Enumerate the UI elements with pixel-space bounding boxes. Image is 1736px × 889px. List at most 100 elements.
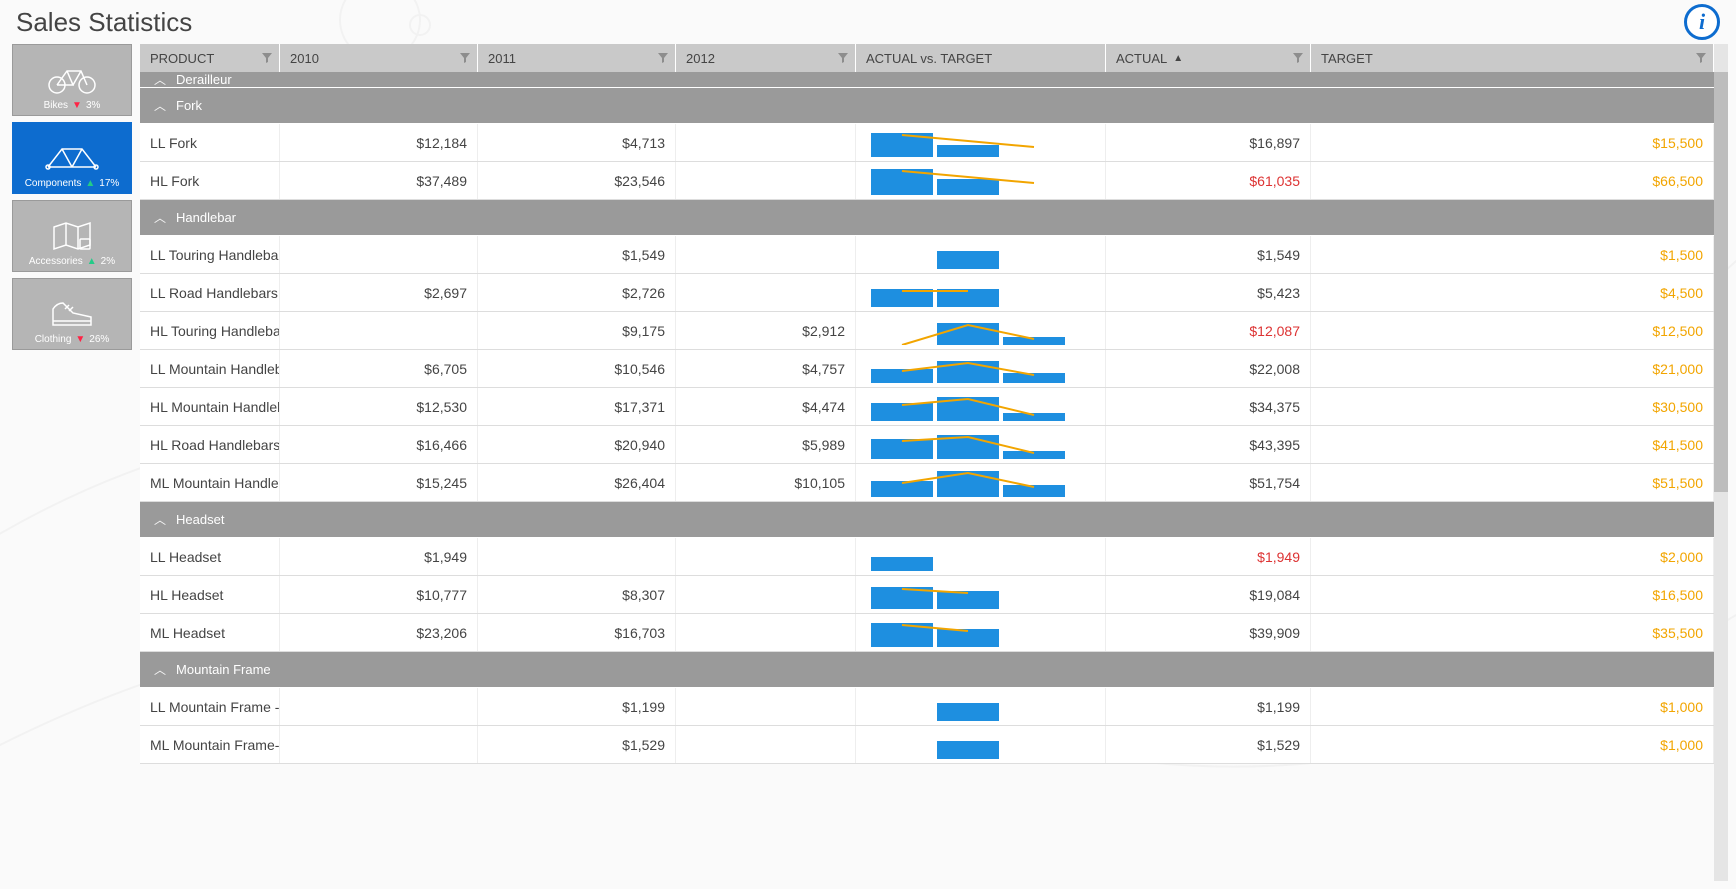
table-row[interactable]: LL Fork$12,184$4,713$16,897$15,500 — [140, 124, 1714, 162]
sparkline-chart — [871, 469, 1091, 497]
table-row[interactable]: ML Mountain Handle$15,245$26,404$10,105$… — [140, 464, 1714, 502]
cell-product: LL Fork — [140, 124, 280, 161]
cell-actual-vs-target — [856, 274, 1106, 311]
cell-actual-vs-target — [856, 576, 1106, 613]
table-row[interactable]: HL Mountain Handleb$12,530$17,371$4,474$… — [140, 388, 1714, 426]
map-icon — [50, 218, 94, 254]
table-row[interactable]: LL Touring Handlebar$1,549$1,549$1,500 — [140, 236, 1714, 274]
spark-line — [871, 129, 1091, 157]
sparkline-chart — [871, 393, 1091, 421]
cell-target: $51,500 — [1311, 464, 1714, 501]
column-label: 2011 — [488, 51, 516, 66]
column-2012[interactable]: 2012 — [676, 44, 856, 72]
table-row[interactable]: HL Road Handlebars$16,466$20,940$5,989$4… — [140, 426, 1714, 464]
sparkline-chart — [871, 731, 1091, 759]
table-row[interactable]: HL Fork$37,489$23,546$61,035$66,500 — [140, 162, 1714, 200]
cell-target: $30,500 — [1311, 388, 1714, 425]
sparkline-chart — [871, 355, 1091, 383]
cell-target: $1,000 — [1311, 688, 1714, 725]
group-row-fork[interactable]: ︿Fork — [140, 88, 1714, 124]
spark-line — [871, 355, 1091, 383]
cell-actual: $19,084 — [1106, 576, 1311, 613]
cell-product: ML Headset — [140, 614, 280, 651]
cell-2012 — [676, 124, 856, 161]
cell-target: $15,500 — [1311, 124, 1714, 161]
column-label: TARGET — [1321, 51, 1373, 66]
group-row-derailleur[interactable]: ︿Derailleur — [140, 72, 1714, 88]
category-tile-bikes[interactable]: Bikes▼3% — [12, 44, 132, 116]
filter-icon[interactable] — [261, 52, 273, 64]
filter-icon[interactable] — [459, 52, 471, 64]
category-tile-accessories[interactable]: Accessories▲2% — [12, 200, 132, 272]
filter-icon[interactable] — [657, 52, 669, 64]
sort-asc-icon: ▲ — [1173, 53, 1183, 64]
chevron-up-icon: ︿ — [154, 661, 166, 678]
column-target[interactable]: TARGET — [1311, 44, 1714, 72]
cell-actual-vs-target — [856, 614, 1106, 651]
cell-product: HL Headset — [140, 576, 280, 613]
spark-line — [871, 279, 1091, 307]
cell-2012 — [676, 162, 856, 199]
table-row[interactable]: HL Touring Handlebar$9,175$2,912$12,087$… — [140, 312, 1714, 350]
table-row[interactable]: LL Mountain Frame -$1,199$1,199$1,000 — [140, 688, 1714, 726]
group-row-headset[interactable]: ︿Headset — [140, 502, 1714, 538]
sparkline-chart — [871, 619, 1091, 647]
column-actual-vs-target[interactable]: ACTUAL vs. TARGET — [856, 44, 1106, 72]
cell-2010: $2,697 — [280, 274, 478, 311]
cell-target: $1,000 — [1311, 726, 1714, 763]
cell-target: $66,500 — [1311, 162, 1714, 199]
cell-2012: $4,757 — [676, 350, 856, 387]
filter-icon[interactable] — [1292, 52, 1304, 64]
cell-2012: $4,474 — [676, 388, 856, 425]
tile-delta: 2% — [101, 256, 115, 267]
table-row[interactable]: HL Headset$10,777$8,307$19,084$16,500 — [140, 576, 1714, 614]
sparkline-chart — [871, 543, 1091, 571]
cell-actual-vs-target — [856, 350, 1106, 387]
spark-bar — [937, 741, 999, 759]
cell-2011: $20,940 — [478, 426, 676, 463]
category-tile-components[interactable]: Components▲17% — [12, 122, 132, 194]
table-row[interactable]: ML Mountain Frame-$1,529$1,529$1,000 — [140, 726, 1714, 764]
cell-2011: $8,307 — [478, 576, 676, 613]
table-row[interactable]: LL Road Handlebars$2,697$2,726$5,423$4,5… — [140, 274, 1714, 312]
filter-icon[interactable] — [1695, 52, 1707, 64]
cell-2011: $1,549 — [478, 236, 676, 273]
category-tile-clothing[interactable]: Clothing▼26% — [12, 278, 132, 350]
column-actual[interactable]: ACTUAL ▲ — [1106, 44, 1311, 72]
table-row[interactable]: LL Headset$1,949$1,949$2,000 — [140, 538, 1714, 576]
table-row[interactable]: ML Headset$23,206$16,703$39,909$35,500 — [140, 614, 1714, 652]
cell-2012: $2,912 — [676, 312, 856, 349]
filter-icon[interactable] — [837, 52, 849, 64]
cell-2011: $16,703 — [478, 614, 676, 651]
cell-target: $2,000 — [1311, 538, 1714, 575]
sparkline-chart — [871, 167, 1091, 195]
bike-icon — [45, 62, 99, 98]
column-label: 2012 — [686, 51, 715, 66]
cell-product: HL Mountain Handleb — [140, 388, 280, 425]
cell-actual-vs-target — [856, 538, 1106, 575]
trend-down-icon: ▼ — [75, 334, 85, 345]
tile-delta: 17% — [99, 178, 119, 189]
cell-product: LL Mountain Handleb — [140, 350, 280, 387]
cell-2011: $23,546 — [478, 162, 676, 199]
column-2011[interactable]: 2011 — [478, 44, 676, 72]
cell-actual-vs-target — [856, 162, 1106, 199]
cell-2011: $26,404 — [478, 464, 676, 501]
scrollbar-thumb[interactable] — [1714, 72, 1728, 492]
group-label: Fork — [176, 98, 202, 113]
group-row-mountain-frame[interactable]: ︿Mountain Frame — [140, 652, 1714, 688]
column-2010[interactable]: 2010 — [280, 44, 478, 72]
spark-line — [871, 619, 1091, 647]
page-title: Sales Statistics — [16, 7, 192, 38]
cell-2011: $17,371 — [478, 388, 676, 425]
cell-actual-vs-target — [856, 124, 1106, 161]
info-icon: i — [1699, 9, 1705, 35]
cell-target: $4,500 — [1311, 274, 1714, 311]
cell-2012 — [676, 538, 856, 575]
info-button[interactable]: i — [1684, 4, 1720, 40]
spark-line — [871, 167, 1091, 195]
cell-actual: $1,529 — [1106, 726, 1311, 763]
column-product[interactable]: PRODUCT — [140, 44, 280, 72]
table-row[interactable]: LL Mountain Handleb$6,705$10,546$4,757$2… — [140, 350, 1714, 388]
group-row-handlebar[interactable]: ︿Handlebar — [140, 200, 1714, 236]
